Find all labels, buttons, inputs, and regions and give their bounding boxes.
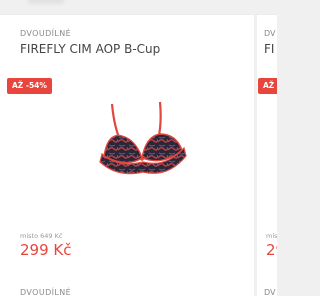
sale-price: 299 Kč (20, 241, 72, 259)
product-name[interactable]: FIREFLY CIM AOP B-Cup (20, 42, 160, 56)
bra-product-image[interactable] (98, 96, 188, 188)
discount-badge: AŽ -54% (7, 78, 52, 94)
original-price: místo 649 Kč (20, 232, 63, 240)
product-grid: DVOUDÍLNÉ FIREFLY CIM AOP B-Cup AŽ -54% … (0, 0, 277, 296)
previous-card-remnant (28, 0, 64, 4)
left-strap (110, 103, 122, 141)
peek-next-product-brand: DV (264, 288, 276, 296)
center-gore (140, 157, 144, 161)
peek-product-name[interactable]: FI (264, 42, 274, 56)
peek-sale-price: 29 (266, 241, 277, 259)
left-cup (103, 134, 143, 164)
peek-discount-badge: AŽ (258, 78, 277, 94)
next-product-brand: DVOUDÍLNÉ (20, 288, 72, 296)
peek-original-price: mís (266, 232, 277, 240)
peek-product-brand: DV (264, 29, 276, 38)
product-brand: DVOUDÍLNÉ (20, 29, 72, 38)
